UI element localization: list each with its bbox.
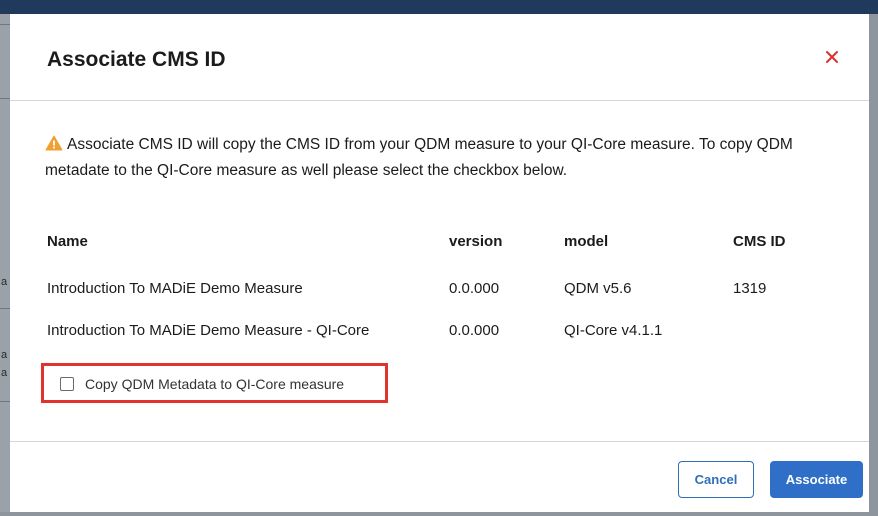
background-text-fragment: a	[1, 367, 8, 379]
background-divider	[0, 24, 10, 25]
measure-version-cell: 0.0.000	[449, 322, 500, 339]
copy-metadata-checkbox[interactable]	[60, 377, 74, 391]
column-header-cms-id: CMS ID	[733, 233, 786, 250]
measure-cms-id-cell: 1319	[733, 280, 767, 297]
header-divider	[10, 100, 869, 101]
dialog-header: Associate CMS ID	[10, 14, 869, 100]
warning-message: Associate CMS ID will copy the CMS ID fr…	[45, 132, 850, 184]
measure-name-cell: Introduction To MADiE Demo Measure	[47, 280, 303, 297]
background-text-fragment: a	[1, 349, 8, 361]
warning-triangle-icon	[45, 135, 63, 151]
background-text-fragment: a	[1, 276, 8, 288]
background-divider	[0, 98, 10, 99]
close-button[interactable]	[819, 44, 845, 70]
associate-cms-id-dialog: Associate CMS ID Associate CMS ID will c…	[10, 14, 869, 512]
background-divider	[0, 308, 10, 309]
warning-text: Associate CMS ID will copy the CMS ID fr…	[45, 136, 793, 179]
measure-name-cell: Introduction To MADiE Demo Measure - QI-…	[47, 322, 370, 339]
background-bottom-strip	[0, 512, 878, 516]
column-header-version: version	[449, 233, 503, 250]
measure-model-cell: QDM v5.6	[564, 280, 632, 297]
column-header-name: Name	[47, 233, 88, 250]
cancel-button[interactable]: Cancel	[678, 461, 754, 498]
close-icon	[826, 51, 838, 63]
background-divider	[0, 401, 10, 402]
dialog-title: Associate CMS ID	[47, 48, 226, 71]
copy-metadata-highlight: Copy QDM Metadata to QI-Core measure	[41, 363, 388, 403]
measure-model-cell: QI-Core v4.1.1	[564, 322, 663, 339]
measure-version-cell: 0.0.000	[449, 280, 500, 297]
copy-metadata-label[interactable]: Copy QDM Metadata to QI-Core measure	[85, 376, 344, 392]
column-header-model: model	[564, 233, 609, 250]
footer-divider	[10, 441, 869, 442]
background-left-strip: a a a	[0, 14, 10, 516]
background-top-bar	[0, 0, 878, 14]
background-right-strip	[869, 14, 878, 516]
associate-button[interactable]: Associate	[770, 461, 863, 498]
